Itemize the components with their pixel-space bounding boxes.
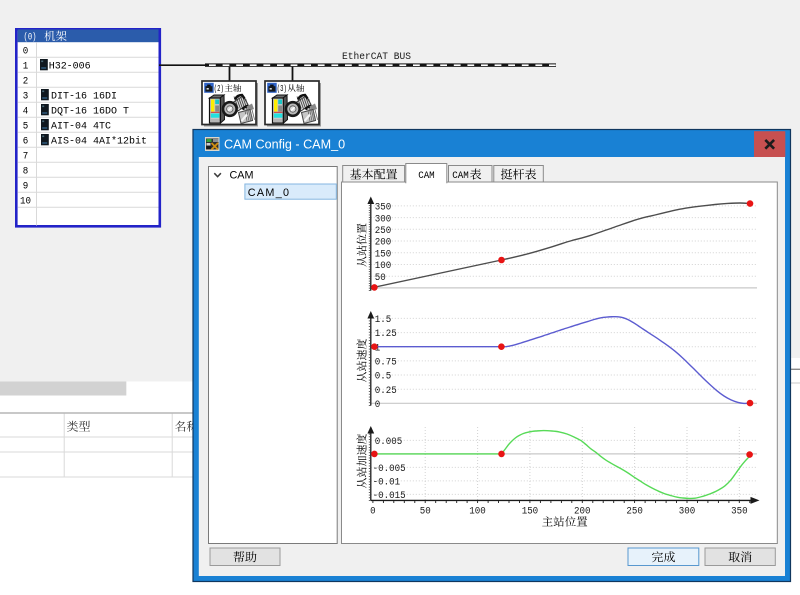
svg-text:(2): (2) bbox=[214, 84, 224, 94]
svg-text:H32-006: H32-006 bbox=[49, 61, 91, 73]
svg-text:CAM: CAM bbox=[418, 170, 435, 182]
svg-text:CAM_0: CAM_0 bbox=[248, 187, 291, 199]
svg-text:300: 300 bbox=[679, 505, 696, 517]
svg-text:350: 350 bbox=[375, 202, 392, 214]
svg-text:AIT-04 4TC: AIT-04 4TC bbox=[51, 121, 111, 133]
svg-text:350: 350 bbox=[731, 505, 748, 517]
svg-text:250: 250 bbox=[626, 505, 643, 517]
svg-text:4: 4 bbox=[23, 107, 29, 118]
svg-text:150: 150 bbox=[522, 505, 539, 517]
svg-text:0.005: 0.005 bbox=[375, 436, 403, 448]
svg-text:1.5: 1.5 bbox=[375, 314, 392, 326]
svg-text:AIS-04 4AI*12bit: AIS-04 4AI*12bit bbox=[51, 136, 147, 148]
svg-text:0.5: 0.5 bbox=[375, 371, 392, 383]
svg-text:7: 7 bbox=[23, 152, 29, 163]
svg-text:50: 50 bbox=[420, 505, 431, 517]
svg-text:200: 200 bbox=[574, 505, 591, 517]
svg-text:-0.01: -0.01 bbox=[373, 477, 401, 489]
svg-text:0.75: 0.75 bbox=[375, 357, 397, 369]
svg-text:0: 0 bbox=[375, 399, 381, 411]
svg-text:3: 3 bbox=[23, 92, 29, 103]
svg-text:EtherCAT BUS: EtherCAT BUS bbox=[342, 51, 411, 63]
svg-text:1: 1 bbox=[23, 62, 29, 73]
svg-text:0: 0 bbox=[370, 505, 376, 517]
svg-text:100: 100 bbox=[375, 260, 392, 272]
svg-text:100: 100 bbox=[469, 505, 486, 517]
svg-text:0.25: 0.25 bbox=[375, 385, 397, 397]
svg-text:300: 300 bbox=[375, 213, 392, 225]
svg-text:9: 9 bbox=[23, 182, 29, 193]
svg-text:DIT-16 16DI: DIT-16 16DI bbox=[51, 91, 117, 103]
svg-text:250: 250 bbox=[375, 225, 392, 237]
svg-text:6: 6 bbox=[23, 137, 29, 148]
svg-text:5: 5 bbox=[23, 122, 29, 133]
svg-text:-0.005: -0.005 bbox=[373, 463, 406, 475]
svg-text:(0): (0) bbox=[24, 32, 37, 44]
svg-text:DQT-16 16DO T: DQT-16 16DO T bbox=[51, 106, 129, 118]
svg-text:(3): (3) bbox=[277, 84, 287, 94]
svg-text:CAM: CAM bbox=[452, 170, 469, 182]
svg-text:CAM: CAM bbox=[230, 169, 254, 181]
svg-text:50: 50 bbox=[375, 272, 386, 284]
svg-text:2: 2 bbox=[23, 77, 29, 88]
svg-text:150: 150 bbox=[375, 249, 392, 261]
svg-text:1.25: 1.25 bbox=[375, 328, 397, 340]
svg-text:CAM Config - CAM_0: CAM Config - CAM_0 bbox=[224, 138, 345, 152]
svg-text:200: 200 bbox=[375, 237, 392, 249]
svg-text:8: 8 bbox=[23, 167, 29, 178]
svg-text:0: 0 bbox=[23, 47, 29, 58]
svg-text:10: 10 bbox=[20, 197, 31, 208]
